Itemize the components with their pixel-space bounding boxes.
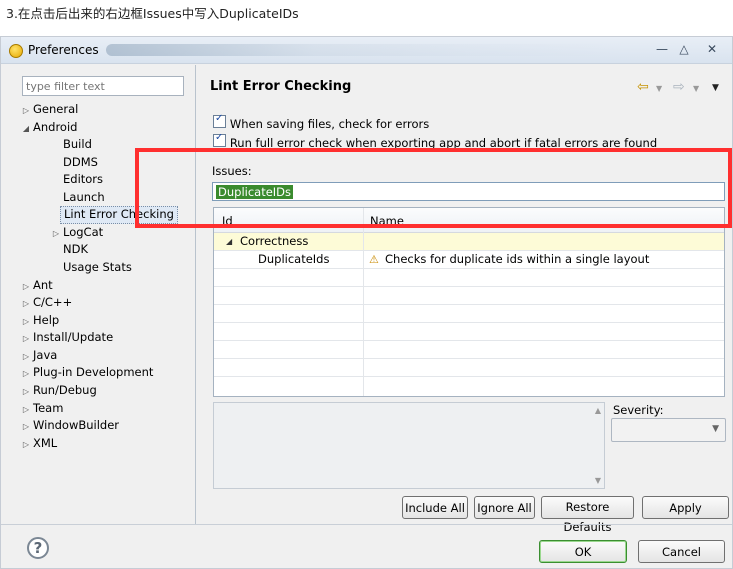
tree-item-xml[interactable]: ▷ XML	[19, 435, 57, 452]
filter-input[interactable]	[22, 76, 184, 96]
issues-search-input[interactable]: DuplicateIDs	[212, 182, 725, 201]
tree-item-ant[interactable]: ▷ Ant	[19, 277, 53, 294]
issue-details-area[interactable]: ▲ ▼	[213, 402, 605, 489]
table-row	[214, 287, 724, 305]
window-title: Preferences	[28, 43, 99, 57]
view-menu-icon[interactable]: ▼	[712, 83, 719, 93]
tree-item-java[interactable]: ▷ Java	[19, 347, 57, 364]
issues-input-value: DuplicateIDs	[216, 185, 294, 199]
title-bar-blur	[106, 44, 626, 56]
tree-item-run-debug[interactable]: ▷ Run/Debug	[19, 382, 97, 399]
tree-item-plugin-development[interactable]: ▷ Plug-in Development	[19, 364, 154, 382]
tree-item-editors[interactable]: Editors	[63, 171, 103, 188]
tree-item-ddms[interactable]: DDMS	[63, 154, 98, 171]
forward-arrow-icon[interactable]: ⇨	[673, 79, 685, 95]
tree-item-android[interactable]: ◢ Android	[19, 119, 78, 137]
include-all-button[interactable]: Include All	[402, 496, 468, 519]
collapse-icon[interactable]: ◢	[19, 120, 33, 137]
warning-icon: ⚠	[369, 253, 379, 266]
restore-defaults-button[interactable]: Restore Defaults	[541, 496, 634, 534]
category-label: Correctness	[240, 234, 309, 248]
apply-button[interactable]: Apply	[642, 496, 729, 519]
table-row	[214, 359, 724, 377]
table-header: Id Name	[214, 208, 724, 233]
expand-icon[interactable]: ▷	[19, 278, 33, 295]
pane-divider[interactable]	[195, 65, 196, 524]
table-row	[214, 341, 724, 359]
table-row	[214, 269, 724, 287]
tree-item-install-update[interactable]: ▷ Install/Update	[19, 329, 113, 346]
footer-divider	[1, 524, 732, 525]
column-header-id[interactable]: Id	[222, 214, 233, 228]
title-bar: Preferences — △ ✕	[1, 37, 732, 64]
severity-label: Severity:	[613, 403, 664, 417]
save-check-row[interactable]: ✓ When saving files, check for errors	[213, 113, 430, 131]
column-header-name[interactable]: Name	[370, 214, 404, 228]
tree-item-windowbuilder[interactable]: ▷ WindowBuilder	[19, 417, 119, 434]
expand-icon[interactable]: ▷	[19, 436, 33, 453]
tree-item-usage-stats[interactable]: Usage Stats	[63, 259, 132, 276]
ok-button[interactable]: OK	[539, 540, 627, 563]
minimize-icon[interactable]: —	[651, 41, 673, 57]
tree-item-ndk[interactable]: NDK	[63, 241, 88, 258]
table-row[interactable]: DuplicateIds ⚠ Checks for duplicate ids …	[214, 251, 724, 269]
tree-item-cpp[interactable]: ▷ C/C++	[19, 294, 72, 311]
page-title: Lint Error Checking	[210, 79, 352, 94]
forward-dropdown-icon[interactable]: ▼	[693, 84, 699, 93]
expand-icon[interactable]: ▷	[19, 313, 33, 330]
severity-select[interactable]: ▼	[611, 418, 726, 442]
collapse-icon[interactable]: ◢	[226, 233, 232, 250]
back-dropdown-icon[interactable]: ▼	[656, 84, 662, 93]
expand-icon[interactable]: ▷	[49, 225, 63, 242]
cancel-button[interactable]: Cancel	[638, 540, 725, 563]
tree-item-logcat[interactable]: ▷ LogCat	[49, 224, 103, 241]
eclipse-app-icon	[9, 44, 23, 58]
export-check-row[interactable]: ✓ Run full error check when exporting ap…	[213, 134, 725, 148]
issue-name-cell: Checks for duplicate ids within a single…	[385, 252, 650, 266]
expand-icon[interactable]: ▷	[19, 401, 33, 418]
expand-icon[interactable]: ▷	[19, 365, 33, 382]
scroll-down-icon[interactable]: ▼	[595, 476, 601, 485]
expand-icon[interactable]: ▷	[19, 295, 33, 312]
save-check-label: When saving files, check for errors	[229, 117, 430, 131]
issue-id-cell: DuplicateIds	[258, 252, 330, 266]
issues-label: Issues:	[212, 164, 252, 178]
tree-item-team[interactable]: ▷ Team	[19, 400, 63, 417]
tree-item-general[interactable]: ▷ General	[19, 101, 78, 118]
ignore-all-button[interactable]: Ignore All	[474, 496, 535, 519]
back-arrow-icon[interactable]: ⇦	[637, 79, 649, 95]
tree-item-launch[interactable]: Launch	[63, 189, 105, 206]
instruction-caption: 3.在点击后出来的右边框Issues中写入DuplicateIDs	[6, 6, 299, 21]
expand-icon[interactable]: ▷	[19, 330, 33, 347]
issues-table: Id Name ◢ Correctness DuplicateIds ⚠ Che…	[213, 207, 725, 397]
table-row	[214, 305, 724, 323]
maximize-icon[interactable]: △	[673, 41, 695, 57]
expand-icon[interactable]: ▷	[19, 102, 33, 119]
preferences-dialog: Preferences — △ ✕ ▷General ◢Android Buil…	[0, 36, 733, 569]
export-check-label: Run full error check when exporting app …	[229, 136, 658, 148]
expand-icon[interactable]: ▷	[19, 348, 33, 365]
scroll-up-icon[interactable]: ▲	[595, 406, 601, 415]
help-icon[interactable]: ?	[27, 537, 49, 559]
export-checkbox[interactable]: ✓	[213, 134, 226, 147]
expand-icon[interactable]: ▷	[19, 383, 33, 400]
tree-item-build[interactable]: Build	[63, 136, 92, 153]
chevron-down-icon[interactable]: ▼	[712, 424, 719, 434]
tree-item-help[interactable]: ▷ Help	[19, 312, 59, 329]
save-checkbox[interactable]: ✓	[213, 113, 226, 128]
expand-icon[interactable]: ▷	[19, 418, 33, 435]
tree-item-lint-error-checking[interactable]: Lint Error Checking	[60, 206, 178, 224]
close-icon[interactable]: ✕	[701, 41, 723, 57]
table-row	[214, 377, 724, 394]
table-row-category[interactable]: ◢ Correctness	[214, 233, 724, 251]
table-row	[214, 323, 724, 341]
column-divider	[363, 208, 364, 396]
